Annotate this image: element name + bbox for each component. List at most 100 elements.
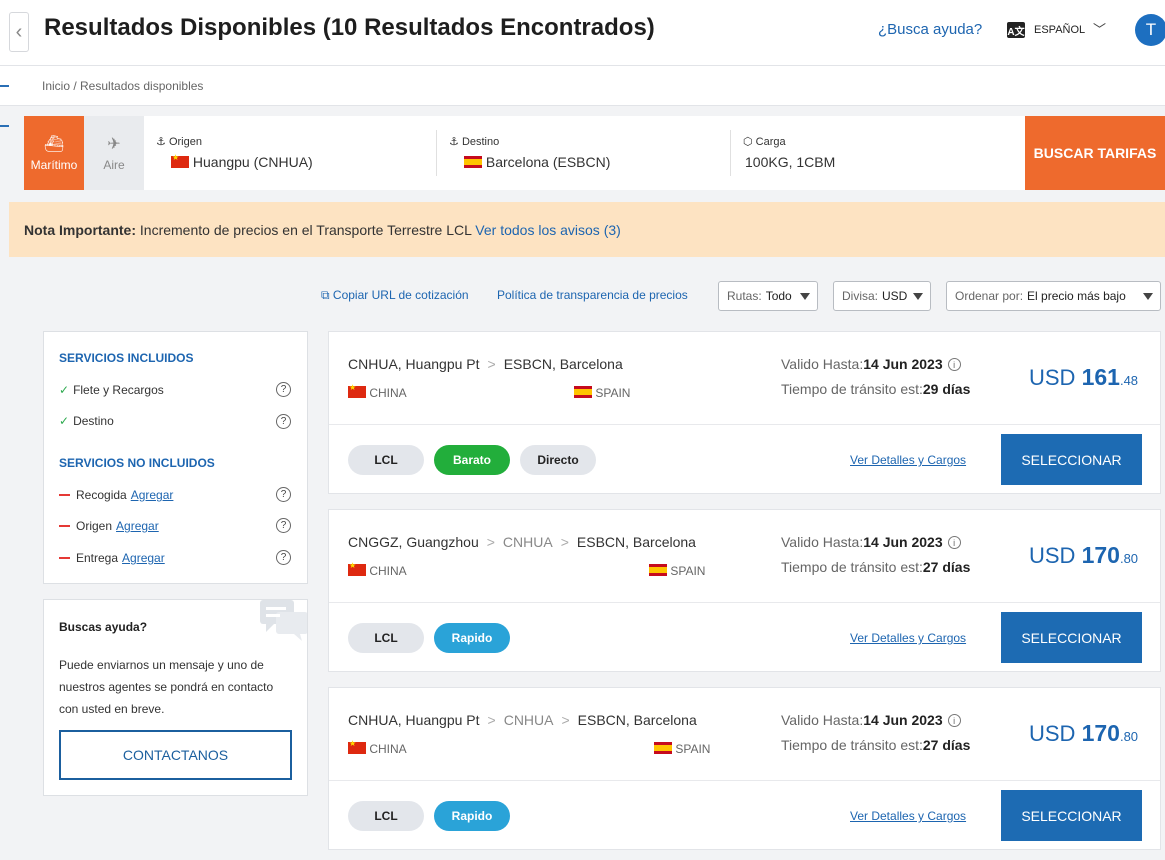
route-stop: ESBCN, Barcelona [577,712,697,728]
valid-until: Valido Hasta:14 Jun 2023 i [781,534,961,550]
chevron-down-icon[interactable]: ﹀ [1093,19,1106,38]
box-icon: ⬡ [743,136,753,148]
transit-label: Tiempo de tránsito est: [781,737,923,753]
divider [329,424,1160,425]
translate-icon[interactable]: A文 [1007,22,1025,38]
route-stop: CNHUA, Huangpu Pt [348,712,480,728]
transit-time: Tiempo de tránsito est:29 días [781,381,970,397]
origin-country: CHINA [348,383,407,400]
chevron-right-icon: > [487,356,496,372]
caret-down-icon [1143,293,1153,300]
view-notices-link[interactable]: Ver todos los avisos (3) [475,222,621,238]
result-card: CNHUA, Huangpu Pt > CNHUA > ESBCN, Barcelona… [328,687,1161,850]
ship-icon: ⛴ [43,136,65,153]
spain-flag-icon [464,156,482,168]
avatar[interactable]: T [1135,14,1165,46]
route: CNHUA, Huangpu Pt > CNHUA > ESBCN, Barcelona [348,712,697,728]
origin-value: Huangpu (CNHUA) [192,154,313,170]
china-flag-icon [348,561,366,576]
info-icon[interactable]: i [947,536,961,549]
destination-value: Barcelona (ESBCN) [485,154,611,170]
routes-select[interactable]: Rutas: Todo [718,281,818,311]
route-stop: CNHUA [502,534,553,550]
question-icon[interactable]: ? [276,550,291,565]
question-icon[interactable]: ? [276,518,291,533]
tag-chip: Barato [434,445,510,475]
breadcrumb[interactable]: Inicio / Resultados disponibles [42,79,203,93]
back-chevron-icon[interactable]: ‹ [9,12,29,52]
contact-button[interactable]: CONTACTANOS [59,730,292,780]
sort-select[interactable]: Ordenar por: El precio más bajo [946,281,1161,311]
side-accent-line [0,125,9,127]
question-icon[interactable]: ? [276,414,291,429]
country-label: CHINA [369,742,407,756]
caret-down-icon [800,293,810,300]
info-icon[interactable]: i [947,358,961,371]
not-included-label: Recogida [76,488,127,502]
top-bar: ‹ Resultados Disponibles (10 Resultados … [0,0,1165,66]
destination-field[interactable]: ⚓︎ Destino Barcelona (ESBCN) [437,116,731,190]
chevron-right-icon: > [487,712,496,728]
mode-tab-air[interactable]: ✈ Aire [84,116,144,190]
price-currency: USD [1029,721,1076,746]
included-label: Destino [73,414,114,428]
china-flag-icon [348,383,366,398]
country-label: SPAIN [675,742,711,756]
select-button[interactable]: SELECCIONAR [1001,434,1142,485]
copy-url-link[interactable]: ⧉ Copiar URL de cotización [321,288,469,303]
currency-select[interactable]: Divisa: USD [833,281,931,311]
dest-country: SPAIN [574,386,630,400]
origin-label: Origen [168,136,202,148]
price-integer: 170 [1081,720,1120,746]
cargo-field[interactable]: ⬡ Carga 100KG, 1CBM [731,116,1025,190]
currency-label: Divisa: [842,289,879,303]
notice-banner: Nota Importante: Incremento de precios e… [9,202,1165,257]
origin-country: CHINA [348,739,407,756]
transit-value: 29 días [922,381,971,397]
help-box: Buscas ayuda? Puede enviarnos un mensaje… [43,599,308,796]
cargo-value: 100KG, 1CBM [745,154,836,170]
help-link[interactable]: ¿Busca ayuda? [878,21,982,38]
side-accent-line [0,85,9,87]
valid-label: Valido Hasta: [781,712,864,728]
mode-label: Aire [103,158,125,172]
chevron-right-icon: > [486,534,495,550]
country-label: CHINA [369,386,407,400]
add-link[interactable]: Agregar [122,551,165,565]
pricing-policy-link[interactable]: Política de transparencia de precios [497,288,688,302]
add-link[interactable]: Agregar [116,519,159,533]
info-icon[interactable]: i [947,714,961,727]
price-decimals: .80 [1119,729,1139,744]
result-card: CNHUA, Huangpu Pt > ESBCN, Barcelona CHINA… [328,331,1161,494]
language-selector[interactable]: ESPAÑOL [1034,24,1085,36]
country-label: SPAIN [670,564,706,578]
select-button[interactable]: SELECCIONAR [1001,790,1142,841]
spain-flag-icon [654,742,672,754]
tag-chip: Rapido [434,801,510,831]
origin-field[interactable]: ⚓︎ Origen Huangpu (CNHUA) [144,116,437,190]
help-text: Puede enviarnos un mensaje y uno de nues… [59,658,274,716]
check-icon: ✓ [59,383,70,397]
valid-until: Valido Hasta:14 Jun 2023 i [781,712,961,728]
mode-tab-sea[interactable]: ⛴ Marítimo [24,116,84,190]
route-stop: ESBCN, Barcelona [576,534,696,550]
details-link[interactable]: Ver Detalles y Cargos [850,453,966,467]
spain-flag-icon [649,564,667,576]
route-stop: ESBCN, Barcelona [503,356,623,372]
currency-value: USD [882,289,908,303]
transit-value: 27 días [922,737,971,753]
question-icon[interactable]: ? [276,487,291,502]
search-rates-button[interactable]: BUSCAR TARIFAS [1025,116,1165,190]
question-icon[interactable]: ? [276,382,291,397]
route: CNGGZ, Guangzhou > CNHUA > ESBCN, Barcelona [348,534,696,550]
search-bar: ⛴ Marítimo ✈ Aire ⚓︎ Origen Huangpu (CNH… [24,116,1165,190]
select-button[interactable]: SELECCIONAR [1001,612,1142,663]
not-included-title: SERVICIOS NO INCLUIDOS [59,456,215,470]
tag-chip: Directo [520,445,596,475]
add-link[interactable]: Agregar [131,488,174,502]
routes-value: Todo [765,289,792,303]
details-link[interactable]: Ver Detalles y Cargos [850,809,966,823]
not-included-item: Entrega Agregar [59,551,165,565]
not-included-item: Recogida Agregar [59,488,173,502]
details-link[interactable]: Ver Detalles y Cargos [850,631,966,645]
